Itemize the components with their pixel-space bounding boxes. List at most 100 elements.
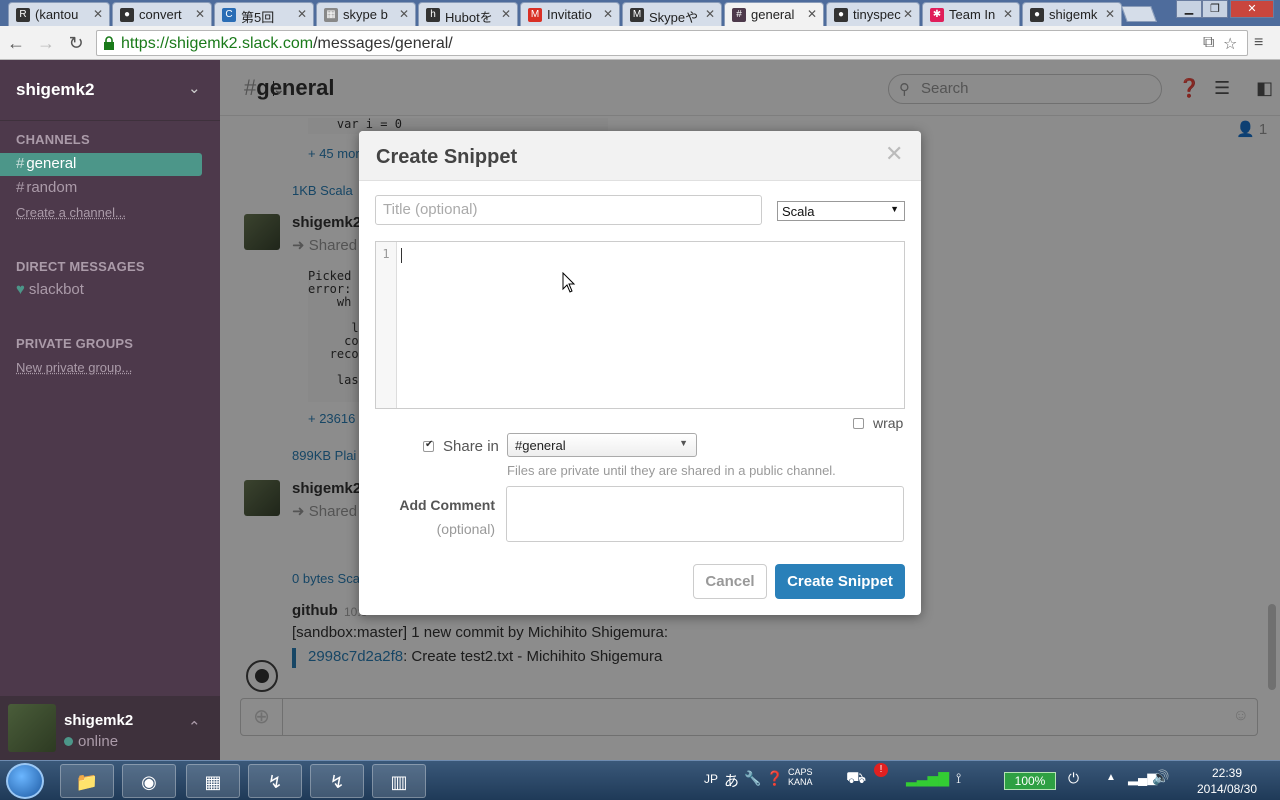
tools-icon[interactable]: 🔧 [744, 770, 761, 787]
modal-header: Create Snippet ✕ [359, 131, 921, 181]
start-button[interactable] [6, 763, 44, 799]
app-icon[interactable]: ▥ [372, 764, 426, 798]
comment-label-text: Add Comment [399, 497, 495, 513]
lock-icon [104, 36, 114, 50]
sidebar-item-general[interactable]: # general [0, 153, 202, 176]
ime-indicator[interactable]: JP [704, 772, 718, 786]
medium-icon: M [630, 8, 644, 22]
create-channel-link[interactable]: Create a channel... [16, 205, 126, 220]
browser-tab[interactable]: M Invitatio ✕ [520, 2, 620, 26]
avatar [8, 704, 56, 752]
cancel-button[interactable]: Cancel [693, 564, 767, 599]
close-icon[interactable]: ✕ [885, 141, 903, 167]
tab-close-icon[interactable]: ✕ [501, 7, 511, 21]
minimize-icon[interactable]: ▁ [1176, 0, 1202, 18]
browser-tab[interactable]: R (kantou ✕ [8, 2, 110, 26]
url-text: https://shigemk2.slack.com/messages/gene… [121, 35, 453, 53]
user-status: online [64, 733, 118, 750]
battery-indicator[interactable]: 100% [1004, 772, 1056, 790]
back-icon[interactable]: ← [4, 31, 28, 55]
clock-date: 2014/08/30 [1196, 782, 1258, 796]
comment-label: Add Comment (optional) [375, 493, 495, 541]
chevron-up-icon[interactable]: ⌃ [188, 718, 201, 736]
browser-tab[interactable]: ● tinyspec ✕ [826, 2, 920, 26]
tab-close-icon[interactable]: ✕ [195, 7, 205, 21]
tab-close-icon[interactable]: ✕ [93, 7, 103, 21]
dm-item-slackbot[interactable]: ♥ slackbot [16, 281, 84, 298]
alert-badge-icon: ! [874, 763, 888, 777]
browser-tab[interactable]: M Skypeや ✕ [622, 2, 722, 26]
tab-close-icon[interactable]: ✕ [603, 7, 613, 21]
address-bar[interactable]: https://shigemk2.slack.com/messages/gene… [96, 30, 1248, 56]
browser-tab[interactable]: h Hubotを ✕ [418, 2, 518, 26]
tab-close-icon[interactable]: ✕ [1105, 7, 1115, 21]
tab-label: (kantou [35, 7, 79, 22]
share-label: Share in [443, 438, 499, 455]
explorer-icon[interactable]: 📁 [60, 764, 114, 798]
wrap-toggle[interactable]: wrap [853, 415, 903, 431]
chevron-down-icon[interactable]: ⌄ [188, 79, 201, 97]
share-checkbox[interactable] [423, 439, 434, 452]
tab-close-icon[interactable]: ✕ [399, 7, 409, 21]
team-name[interactable]: shigemk2 [16, 80, 94, 100]
new-private-group-link[interactable]: New private group... [16, 360, 132, 375]
create-snippet-button[interactable]: Create Snippet [775, 564, 905, 599]
reload-icon[interactable]: ↻ [64, 31, 88, 55]
app-icon[interactable]: ▦ [186, 764, 240, 798]
app-icon[interactable]: ↯ [310, 764, 364, 798]
ime-mode[interactable]: あ [724, 770, 739, 791]
private-note: Files are private until they are shared … [507, 463, 836, 478]
wrap-checkbox[interactable] [853, 418, 864, 429]
snippet-title-input[interactable]: Title (optional) [375, 195, 762, 225]
dropdown-arrow-icon: ▼ [679, 438, 688, 448]
windows-taskbar: 📁 ◉ ▦ ↯ ↯ ▥ JP あ 🔧 ❓ CAPS KANA ⛟ ! ▂▃▅▇ ⟟… [0, 760, 1280, 800]
translate-icon[interactable]: ⧉ [1203, 34, 1214, 52]
language-select[interactable]: Scala ▼ [777, 201, 905, 221]
browser-tab[interactable]: ▦ skype b ✕ [316, 2, 416, 26]
chrome-menu-icon[interactable]: ≡ [1254, 34, 1263, 52]
line-number: 1 [382, 247, 390, 261]
slack-hash-icon: # [732, 8, 746, 22]
share-channel-select[interactable]: #general ▼ [507, 433, 697, 457]
browser-tab[interactable]: C 第5回 ✕ [214, 2, 314, 26]
tab-close-icon[interactable]: ✕ [807, 7, 817, 21]
language-value: Scala [782, 204, 815, 219]
chrome-icon[interactable]: ◉ [122, 764, 176, 798]
show-hidden-icons-icon[interactable]: ▲ [1106, 772, 1116, 783]
close-window-icon[interactable]: ✕ [1230, 0, 1274, 18]
tab-close-icon[interactable]: ✕ [1003, 7, 1013, 21]
tab-close-icon[interactable]: ✕ [297, 7, 307, 21]
browser-toolbar: ← → ↻ https://shigemk2.slack.com/message… [0, 26, 1280, 60]
signal-bars-icon[interactable]: ▂▃▅▇ [906, 770, 949, 787]
app-icon[interactable]: ↯ [248, 764, 302, 798]
divider [0, 120, 220, 121]
kana-text: KANA [788, 777, 813, 787]
browser-tab[interactable]: ● convert ✕ [112, 2, 212, 26]
mouse-cursor-icon [562, 272, 576, 293]
share-toggle[interactable]: Share in [423, 438, 499, 455]
tab-close-icon[interactable]: ✕ [903, 7, 913, 21]
wireless-icon[interactable]: ⟟ [956, 770, 961, 787]
tab-close-icon[interactable]: ✕ [705, 7, 715, 21]
system-clock[interactable]: 22:39 2014/08/30 [1186, 765, 1268, 797]
direct-messages-header[interactable]: DIRECT MESSAGES [16, 259, 145, 274]
new-tab-button[interactable] [1121, 6, 1157, 22]
browser-tab-active[interactable]: # general ✕ [724, 2, 824, 26]
comment-textarea[interactable] [506, 486, 904, 542]
doc-icon: ▦ [324, 8, 338, 22]
bookmark-star-icon[interactable]: ☆ [1223, 34, 1237, 54]
browser-tab[interactable]: ✱ Team In ✕ [922, 2, 1020, 26]
volume-icon[interactable]: 🔊 [1152, 769, 1169, 786]
sidebar-item-random[interactable]: # random [0, 177, 202, 200]
network-app-icon[interactable]: ⛟ [846, 769, 866, 789]
browser-tab[interactable]: ● shigemk ✕ [1022, 2, 1122, 26]
code-editor[interactable]: 1 [375, 241, 905, 409]
forward-icon[interactable]: → [34, 31, 58, 55]
user-footer[interactable]: shigemk2 online ⌃ [0, 696, 220, 760]
channels-header[interactable]: CHANNELS [16, 132, 90, 147]
private-groups-header[interactable]: PRIVATE GROUPS [16, 336, 133, 351]
tab-label: Hubotを [445, 10, 493, 25]
help-icon[interactable]: ❓ [766, 770, 783, 787]
power-plug-icon[interactable]: ⏻ [1068, 770, 1079, 787]
restore-icon[interactable]: ❐ [1202, 0, 1228, 18]
